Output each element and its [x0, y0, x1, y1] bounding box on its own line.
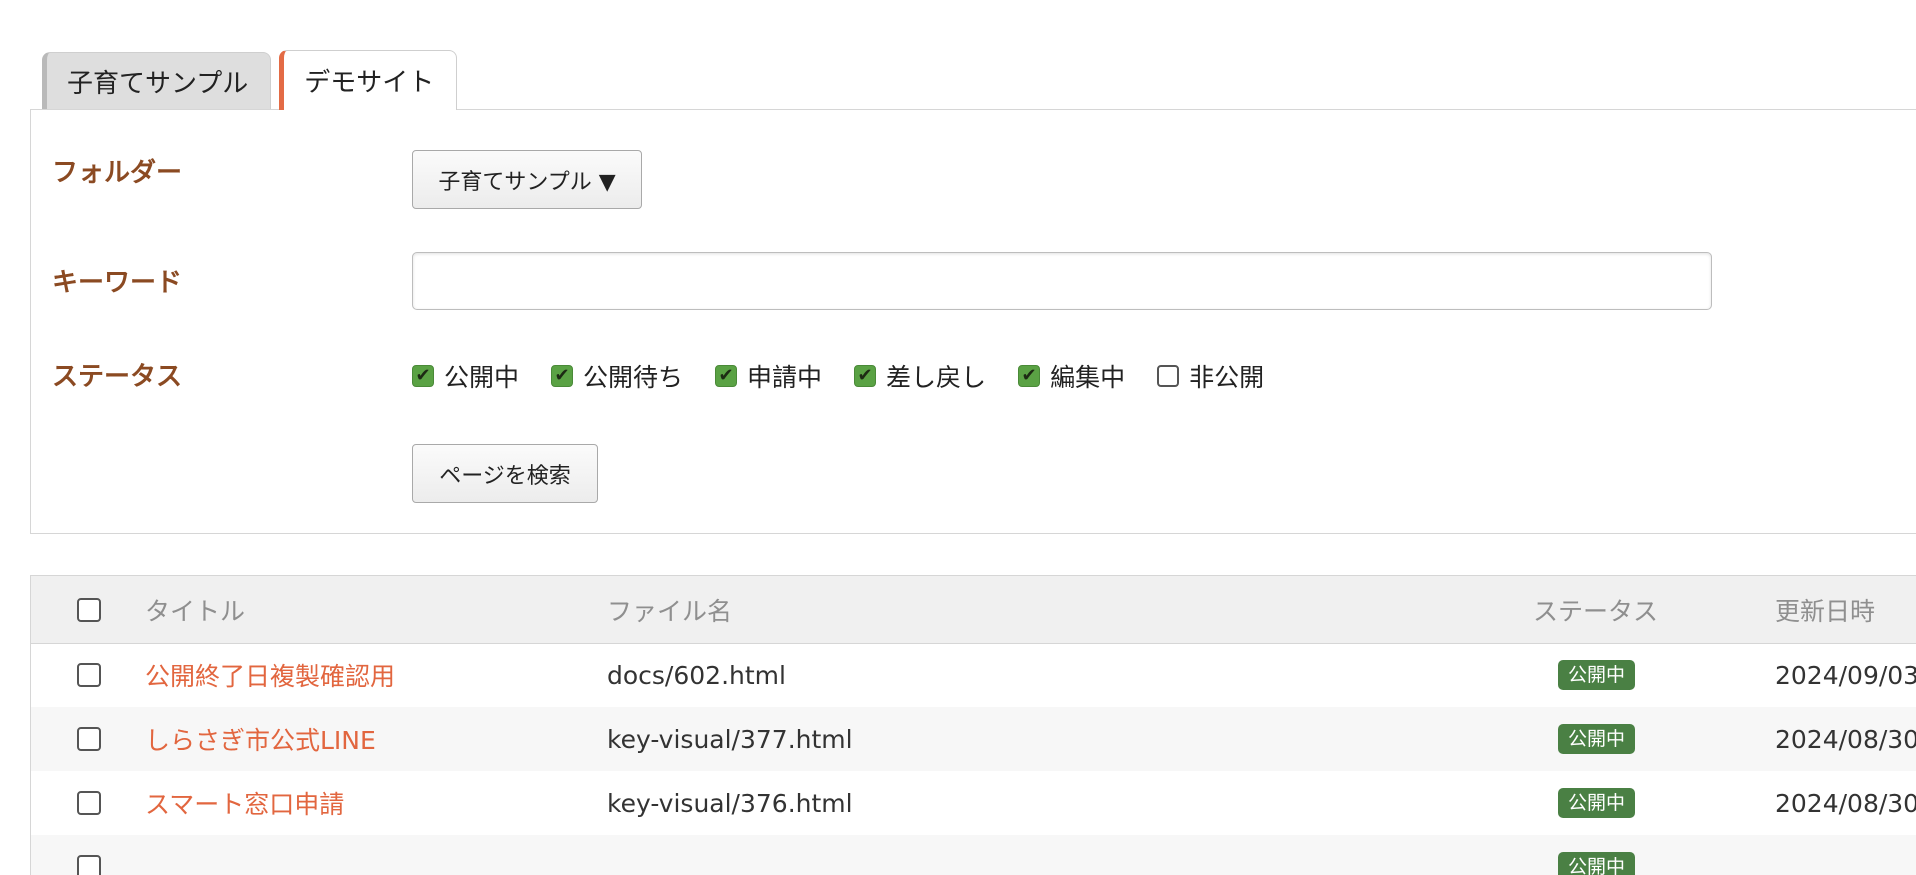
column-header-status[interactable]: ステータス	[1533, 576, 1658, 643]
page-title-link[interactable]: 公開終了日複製確認用	[145, 657, 395, 693]
table-row: スマート窓口申請 key-visual/376.html 公開中 2024/08…	[31, 771, 1916, 835]
status-checkbox-label: 編集中	[1050, 363, 1126, 392]
table-row: 公開中	[31, 835, 1916, 875]
updated-cell: 2024/08/30	[1775, 788, 1916, 818]
select-all-checkbox[interactable]	[77, 597, 101, 622]
status-cell: 公開中	[1558, 643, 1636, 707]
title-cell: スマート窓口申請	[145, 771, 344, 835]
status-badge: 公開中	[1558, 659, 1636, 691]
status-cell: 公開中	[1558, 707, 1636, 771]
status-checkbox-label: 非公開	[1189, 363, 1265, 392]
row-checkbox[interactable]	[77, 791, 101, 815]
row-checkbox[interactable]	[77, 663, 101, 687]
updated-cell: 2024/08/30	[1775, 724, 1916, 754]
status-checkbox-label: 公開待ち	[583, 363, 684, 392]
status-cell: 公開中	[1558, 771, 1636, 835]
filename-cell: key-visual/376.html	[607, 788, 853, 818]
status-checkbox-editing[interactable]: ✔ 編集中	[1018, 358, 1125, 394]
row-checkbox-cell	[77, 835, 101, 875]
status-badge: 公開中	[1558, 787, 1636, 819]
tab-demo-site[interactable]: デモサイト	[279, 50, 458, 110]
table-header: タイトル ファイル名 ステータス 更新日時	[31, 576, 1916, 644]
row-checkbox-cell	[77, 643, 101, 707]
status-checkbox-private[interactable]: 非公開	[1157, 358, 1264, 394]
status-checkbox-label: 差し戻し	[886, 363, 987, 392]
status-checkbox-scheduled[interactable]: ✔ 公開待ち	[551, 358, 683, 394]
checkbox-checked-icon[interactable]: ✔	[854, 365, 877, 387]
checkbox-checked-icon[interactable]: ✔	[715, 365, 738, 387]
status-checkbox-label: 公開中	[444, 363, 520, 392]
table-row: 公開終了日複製確認用 docs/602.html 公開中 2024/09/03	[31, 643, 1916, 707]
title-cell: しらさぎ市公式LINE	[145, 707, 376, 771]
updated-cell: 2024/09/03	[1775, 660, 1916, 690]
filename-cell: key-visual/377.html	[607, 724, 853, 754]
folder-label: フォルダー	[52, 158, 183, 188]
status-label: ステータス	[52, 362, 183, 392]
column-header-updated[interactable]: 更新日時	[1775, 576, 1875, 643]
checkbox-checked-icon[interactable]: ✔	[412, 365, 434, 387]
row-checkbox[interactable]	[77, 727, 101, 751]
keyword-input[interactable]	[412, 252, 1712, 310]
search-pages-button[interactable]: ページを検索	[412, 444, 598, 503]
status-checkbox-label: 申請中	[747, 363, 823, 392]
status-badge: 公開中	[1558, 723, 1636, 755]
select-all-cell	[77, 576, 101, 643]
checkbox-unchecked-icon[interactable]	[1157, 365, 1180, 387]
column-header-filename[interactable]: ファイル名	[607, 576, 732, 643]
tab-kosodate-sample[interactable]: 子育てサンプル	[42, 52, 272, 110]
row-checkbox[interactable]	[77, 855, 101, 875]
status-badge: 公開中	[1558, 851, 1636, 875]
status-checkbox-published[interactable]: ✔ 公開中	[412, 358, 519, 394]
folder-dropdown-button[interactable]: 子育てサンプル ▼	[412, 150, 642, 209]
status-cell: 公開中	[1558, 835, 1636, 875]
site-tabs: 子育てサンプル デモサイト	[42, 50, 465, 110]
status-checkbox-requesting[interactable]: ✔ 申請中	[715, 358, 822, 394]
column-header-title[interactable]: タイトル	[145, 576, 245, 643]
title-cell: 公開終了日複製確認用	[145, 643, 395, 707]
page-title-link[interactable]: スマート窓口申請	[145, 785, 344, 821]
checkbox-checked-icon[interactable]: ✔	[551, 365, 574, 387]
table-row: しらさぎ市公式LINE key-visual/377.html 公開中 2024…	[31, 707, 1916, 771]
search-panel	[30, 109, 1916, 534]
page-title-link[interactable]: しらさぎ市公式LINE	[145, 721, 376, 757]
checkbox-checked-icon[interactable]: ✔	[1018, 365, 1041, 387]
status-checkbox-remanded[interactable]: ✔ 差し戻し	[854, 358, 986, 394]
status-filter-group: ✔ 公開中 ✔ 公開待ち ✔ 申請中 ✔ 差し戻し ✔ 編集中 非公開	[412, 358, 1296, 394]
row-checkbox-cell	[77, 771, 101, 835]
filename-cell: docs/602.html	[607, 660, 786, 690]
page-list-table: タイトル ファイル名 ステータス 更新日時 公開終了日複製確認用 docs/60…	[30, 575, 1916, 875]
row-checkbox-cell	[77, 707, 101, 771]
keyword-label: キーワード	[52, 268, 183, 298]
